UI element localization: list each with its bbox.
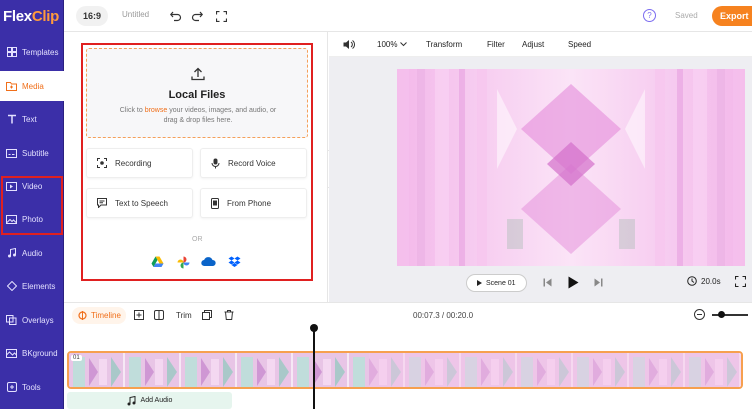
timeline-zoom-handle[interactable] <box>718 311 725 318</box>
undo-icon[interactable] <box>169 9 183 23</box>
redo-icon[interactable] <box>190 9 204 23</box>
speech-bubble-icon <box>97 198 107 208</box>
templates-icon <box>6 47 17 58</box>
video-track[interactable]: 01 <box>67 351 743 389</box>
flexclip-logo[interactable]: FlexClip <box>3 8 59 25</box>
phone-icon <box>211 197 219 209</box>
sidebar-item-label: Media <box>22 81 44 91</box>
edit-toolbar: 100% Transform Filter Adjust Speed <box>329 32 752 57</box>
text-to-speech-button[interactable]: Text to Speech <box>86 188 193 218</box>
add-audio-button[interactable]: Add Audio <box>67 392 232 409</box>
sidebar-item-elements[interactable]: Elements <box>0 271 64 301</box>
microphone-icon <box>211 158 220 169</box>
media-icon <box>6 81 17 92</box>
duplicate-icon[interactable] <box>202 310 212 320</box>
timeline-toggle[interactable]: Timeline <box>72 307 126 324</box>
browse-link[interactable]: browse <box>145 107 168 114</box>
export-button[interactable]: Export <box>712 6 752 26</box>
timeline-time: 00:07.3 / 00:20.0 <box>413 311 474 320</box>
clip-index: 01 <box>71 355 82 361</box>
sidebar-item-media[interactable]: Media <box>0 71 64 101</box>
sidebar-item-tools[interactable]: Tools <box>0 372 64 402</box>
elements-icon <box>6 281 17 292</box>
clock-icon <box>687 276 697 286</box>
help-icon[interactable]: ? <box>643 9 656 22</box>
transform-button[interactable]: Transform <box>426 40 462 49</box>
or-divider: OR <box>192 236 203 243</box>
timeline-icon <box>78 311 87 320</box>
expand-icon[interactable] <box>735 276 746 287</box>
fullscreen-icon[interactable] <box>214 9 228 23</box>
google-drive-icon[interactable] <box>151 256 164 269</box>
from-phone-button[interactable]: From Phone <box>200 188 307 218</box>
trim-button[interactable]: Trim <box>176 311 192 320</box>
text-icon <box>6 114 17 125</box>
tools-icon <box>6 382 17 393</box>
sidebar-item-label: Text <box>22 114 37 124</box>
zoom-out-icon[interactable] <box>694 309 705 320</box>
previous-icon[interactable] <box>543 278 552 287</box>
sidebar-item-overlays[interactable]: Overlays <box>0 305 64 335</box>
saved-status: Saved <box>675 11 698 20</box>
google-photos-icon[interactable] <box>177 256 190 269</box>
volume-icon[interactable] <box>343 39 355 50</box>
music-note-icon <box>127 395 136 406</box>
local-files-title: Local Files <box>168 89 226 101</box>
sidebar-item-label: Subtitle <box>22 148 49 158</box>
subtitle-icon <box>6 148 17 159</box>
record-voice-button[interactable]: Record Voice <box>200 148 307 178</box>
zoom-select[interactable]: 100% <box>377 40 407 49</box>
top-bar: 16:9 Untitled ? Saved Export <box>64 0 752 32</box>
playhead-handle[interactable] <box>310 324 318 332</box>
next-icon[interactable] <box>594 278 603 287</box>
sidebar-item-label: BKground <box>22 348 58 358</box>
sidebar-item-templates[interactable]: Templates <box>0 37 64 67</box>
highlight-box-video-photo <box>1 176 63 235</box>
speed-button[interactable]: Speed <box>568 40 591 49</box>
play-icon[interactable] <box>568 276 579 289</box>
screen-record-icon <box>97 158 107 168</box>
chevron-down-icon <box>399 42 407 47</box>
sidebar-item-text[interactable]: Text <box>0 104 64 134</box>
adjust-button[interactable]: Adjust <box>522 40 544 49</box>
scene-selector[interactable]: Scene 01 <box>466 274 527 292</box>
local-files-dropzone[interactable]: Local Files Click to browse your videos,… <box>86 48 308 138</box>
sidebar: FlexClip Templates Media Text Subtitle V… <box>0 0 64 409</box>
sidebar-item-label: Tools <box>22 382 41 392</box>
video-preview[interactable] <box>397 69 745 266</box>
sidebar-item-label: Templates <box>22 47 59 57</box>
sidebar-item-audio[interactable]: Audio <box>0 238 64 268</box>
playhead[interactable] <box>313 325 315 409</box>
onedrive-icon[interactable] <box>201 256 216 269</box>
upload-description: Click to browse your videos, images, and… <box>119 107 277 124</box>
project-title[interactable]: Untitled <box>122 10 149 19</box>
play-small-icon <box>477 280 482 286</box>
add-scene-icon[interactable] <box>134 310 144 320</box>
recording-button[interactable]: Recording <box>86 148 193 178</box>
sidebar-item-subtitle[interactable]: Subtitle <box>0 138 64 168</box>
bkground-icon <box>6 348 17 359</box>
split-icon[interactable] <box>154 310 164 320</box>
scene-duration[interactable]: 20.0s <box>687 276 721 286</box>
sidebar-item-label: Overlays <box>22 315 54 325</box>
aspect-ratio-button[interactable]: 16:9 <box>76 6 108 26</box>
dropbox-icon[interactable] <box>228 256 241 269</box>
audio-icon <box>6 248 17 259</box>
sidebar-item-bkground[interactable]: BKground <box>0 338 64 368</box>
filter-button[interactable]: Filter <box>487 40 505 49</box>
upload-icon <box>191 67 205 81</box>
sidebar-item-label: Audio <box>22 248 43 258</box>
delete-icon[interactable] <box>224 310 234 320</box>
overlays-icon <box>6 315 17 326</box>
sidebar-item-label: Elements <box>22 281 56 291</box>
